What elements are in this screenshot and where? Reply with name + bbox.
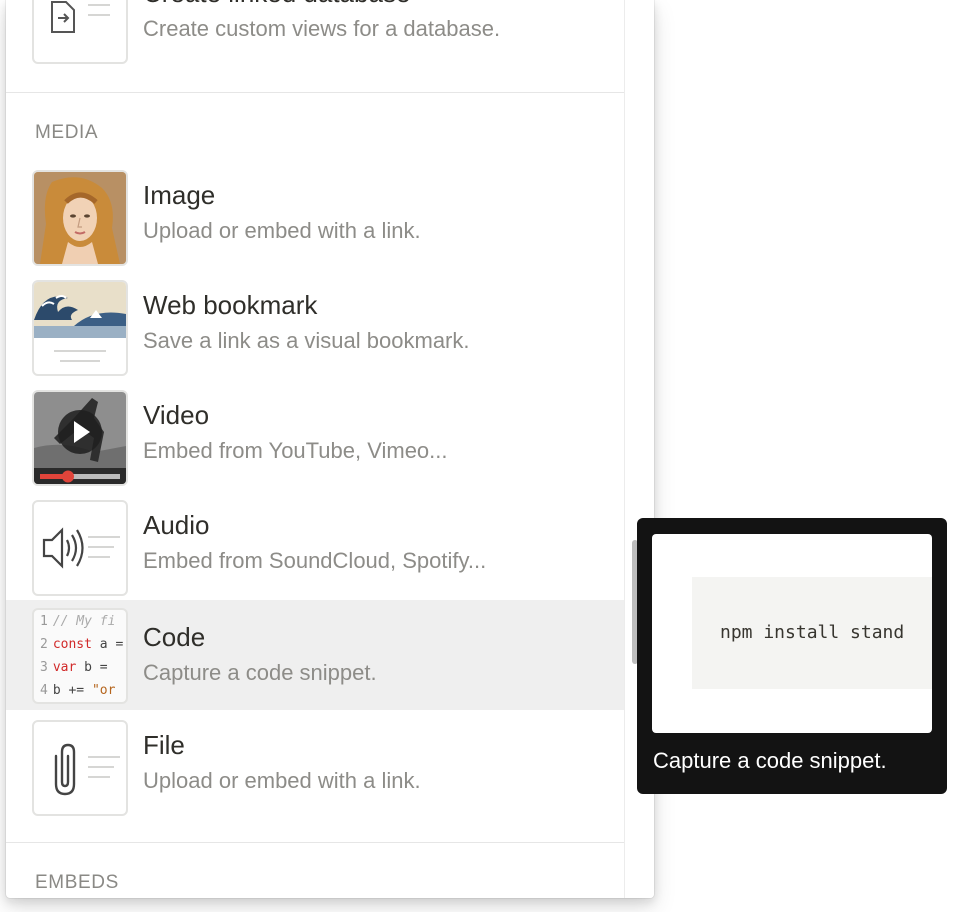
video-play-thumbnail: [34, 392, 126, 484]
item-description: Create custom views for a database.: [143, 16, 501, 41]
menu-item-linked-database[interactable]: Create linked database Create custom vie…: [6, 0, 624, 64]
item-description: Save a link as a visual bookmark.: [143, 328, 470, 353]
section-label-media: MEDIA: [35, 122, 99, 143]
menu-item-video[interactable]: Video Embed from YouTube, Vimeo...: [6, 376, 624, 486]
item-title: Create linked database: [143, 0, 410, 9]
menu-item-image[interactable]: Image Upload or embed with a link.: [6, 156, 624, 266]
code-line-2: 2 const a =: [40, 637, 124, 652]
audio-thumbnail: [32, 500, 128, 596]
item-title: Image: [143, 180, 216, 210]
tooltip-code-text: npm install stand: [720, 622, 905, 643]
menu-item-web-bookmark[interactable]: Web bookmark Save a link as a visual boo…: [6, 266, 624, 376]
item-title: Video: [143, 400, 210, 430]
code-line-3: 3 var b =: [40, 660, 108, 675]
file-thumbnail: [32, 720, 128, 816]
bookmark-thumbnail: [32, 280, 128, 376]
video-thumbnail: [32, 390, 128, 486]
item-description: Capture a code snippet.: [143, 660, 377, 685]
image-thumbnail: [32, 170, 128, 266]
tooltip-preview-card: npm install stand: [652, 534, 932, 733]
item-description: Embed from YouTube, Vimeo...: [143, 438, 448, 463]
code-preview-tooltip: npm install stand Capture a code snippet…: [637, 518, 947, 794]
speaker-icon: [42, 527, 120, 569]
item-description: Upload or embed with a link.: [143, 218, 421, 243]
code-snippet-thumbnail: 1// My fi 2 const a = 3 var b = 4b += "or: [32, 608, 128, 704]
great-wave-bookmark-thumbnail: [34, 282, 126, 362]
tooltip-code-block: npm install stand: [692, 577, 932, 689]
item-title: Web bookmark: [143, 290, 318, 320]
venus-portrait-thumbnail: [34, 172, 126, 264]
item-title: Audio: [143, 510, 210, 540]
linked-database-icon: [51, 1, 110, 33]
item-title: File: [143, 730, 185, 760]
item-description: Embed from SoundCloud, Spotify...: [143, 548, 487, 573]
section-divider: [6, 92, 624, 93]
menu-item-audio[interactable]: Audio Embed from SoundCloud, Spotify...: [6, 486, 624, 596]
item-title: Code: [143, 622, 206, 652]
menu-item-file[interactable]: File Upload or embed with a link.: [6, 706, 624, 816]
section-label-embeds: EMBEDS: [35, 872, 119, 893]
section-divider: [6, 842, 624, 843]
block-insert-menu: Create linked database Create custom vie…: [6, 0, 654, 898]
item-description: Upload or embed with a link.: [143, 768, 421, 793]
code-line-1: 1// My fi: [40, 614, 116, 629]
menu-item-code[interactable]: 1// My fi 2 const a = 3 var b = 4b += "or …: [6, 600, 624, 710]
code-line-4: 4b += "or: [40, 683, 116, 698]
linked-database-thumbnail: [32, 0, 128, 64]
paperclip-icon: [54, 743, 120, 796]
tooltip-caption: Capture a code snippet.: [653, 748, 887, 773]
